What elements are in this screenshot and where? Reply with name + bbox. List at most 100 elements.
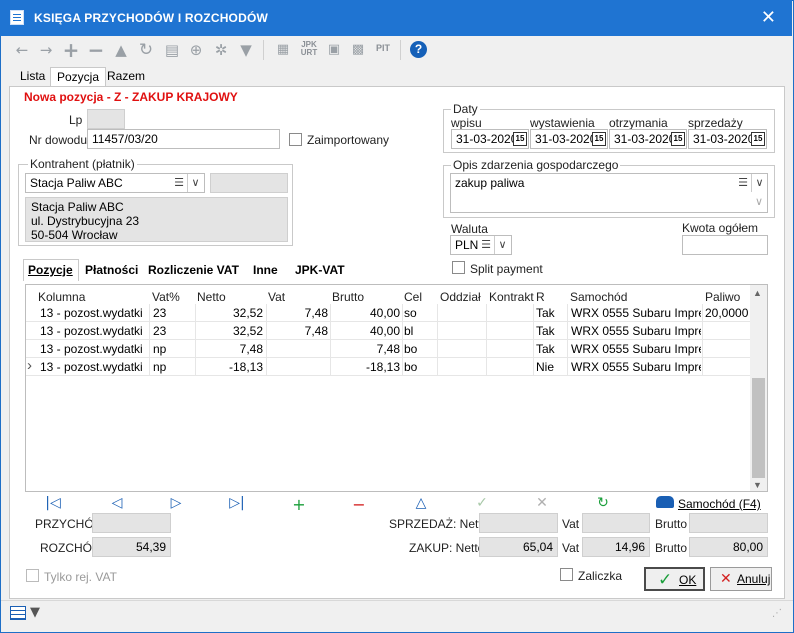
filter-settings-icon[interactable]: ▼ bbox=[30, 605, 40, 620]
cell-netto[interactable]: -18,13 bbox=[197, 360, 263, 374]
cell-samochod[interactable]: WRX 0555 Subaru Impreza bbox=[571, 306, 701, 320]
ok-button[interactable]: ✓ OK bbox=[644, 567, 705, 591]
next-record-icon[interactable]: ▷ bbox=[167, 495, 185, 511]
cell-cel[interactable]: so bbox=[404, 306, 434, 320]
tab-pozycja[interactable]: Pozycja bbox=[50, 67, 107, 87]
settings-icon[interactable]: ✲ bbox=[211, 40, 231, 60]
document-icon[interactable]: ▦ bbox=[273, 40, 293, 60]
opis-input[interactable]: zakup paliwa bbox=[450, 173, 768, 213]
chevron-down-icon[interactable]: ∨ bbox=[751, 174, 767, 192]
chevron-down-icon[interactable]: ∨ bbox=[187, 174, 203, 192]
refresh-icon[interactable]: ↻ bbox=[594, 495, 612, 511]
jpk-urt-button[interactable]: JPK URT bbox=[299, 41, 319, 57]
tab-inne[interactable]: Inne bbox=[253, 263, 278, 277]
col-paliwo-header[interactable]: Paliwo bbox=[705, 290, 740, 304]
tylko-rej-vat-checkbox[interactable] bbox=[26, 569, 39, 582]
import-icon[interactable]: ▩ bbox=[348, 40, 368, 60]
zaliczka-checkbox[interactable] bbox=[560, 568, 573, 581]
cell-kolumna[interactable]: 13 - pozost.wydatki bbox=[40, 342, 150, 356]
col-netto-header[interactable]: Netto bbox=[197, 290, 226, 304]
add-record-icon[interactable]: + bbox=[290, 495, 308, 514]
scrollbar-thumb[interactable] bbox=[752, 378, 765, 478]
cell-cel[interactable]: bl bbox=[404, 324, 434, 338]
tab-rozliczenie-vat[interactable]: Rozliczenie VAT bbox=[148, 263, 239, 277]
help-icon[interactable]: ? bbox=[410, 41, 427, 58]
chevron-down-icon[interactable]: ∨ bbox=[494, 236, 510, 254]
warning-icon[interactable]: ▲ bbox=[111, 40, 131, 60]
arrow-left-icon[interactable]: ← bbox=[12, 40, 32, 60]
cell-netto[interactable]: 32,52 bbox=[197, 306, 263, 320]
table-icon[interactable] bbox=[10, 606, 26, 620]
calendar-icon[interactable]: 15 bbox=[513, 132, 527, 146]
delete-record-icon[interactable]: − bbox=[350, 495, 368, 514]
cell-kolumna[interactable]: 13 - pozost.wydatki bbox=[40, 360, 150, 374]
calendar-icon[interactable]: 15 bbox=[671, 132, 685, 146]
col-vat-header[interactable]: Vat bbox=[268, 290, 285, 304]
cell-cel[interactable]: bo bbox=[404, 360, 434, 374]
col-oddzial-header[interactable]: Oddział bbox=[440, 290, 481, 304]
filter-icon[interactable]: ▼ bbox=[236, 40, 256, 60]
last-record-icon[interactable]: ▷| bbox=[228, 495, 246, 511]
add-icon[interactable]: + bbox=[61, 40, 81, 60]
table-row[interactable]: 13 - pozost.wydatki np -18,13 -18,13 bo Nie WR… bbox=[26, 357, 750, 376]
cell-cel[interactable]: bo bbox=[404, 342, 434, 356]
zoom-icon[interactable]: ⊕ bbox=[186, 40, 206, 60]
calendar-icon[interactable]: 15 bbox=[592, 132, 606, 146]
kwota-input[interactable] bbox=[682, 235, 768, 255]
col-samochod-header[interactable]: Samochód bbox=[570, 290, 627, 304]
tab-platnosci[interactable]: Płatności bbox=[85, 263, 138, 277]
cell-vat[interactable]: 7,48 bbox=[268, 324, 328, 338]
cell-samochod[interactable]: WRX 0555 Subaru Impreza bbox=[571, 342, 701, 356]
cell-vat-pct[interactable]: np bbox=[153, 342, 193, 356]
tab-razem[interactable]: Razem bbox=[101, 67, 151, 87]
export-icon[interactable]: ▣ bbox=[324, 40, 344, 60]
arrow-right-icon[interactable]: → bbox=[36, 40, 56, 60]
cell-kolumna[interactable]: 13 - pozost.wydatki bbox=[40, 306, 150, 320]
cell-vat-pct[interactable]: 23 bbox=[153, 324, 193, 338]
refresh-icon[interactable]: ↻ bbox=[136, 40, 156, 60]
col-kontrakt-header[interactable]: Kontrakt bbox=[489, 290, 534, 304]
split-payment-checkbox[interactable] bbox=[452, 261, 465, 274]
cell-kolumna[interactable]: 13 - pozost.wydatki bbox=[40, 324, 150, 338]
cell-r[interactable]: Tak bbox=[536, 342, 566, 356]
list-icon[interactable]: ☰ bbox=[478, 236, 494, 254]
cell-brutto[interactable]: 40,00 bbox=[332, 306, 400, 320]
cell-r[interactable]: Tak bbox=[536, 306, 566, 320]
cell-netto[interactable]: 7,48 bbox=[197, 342, 263, 356]
prev-record-icon[interactable]: ◁ bbox=[108, 495, 126, 511]
col-kolumna-header[interactable]: Kolumna bbox=[38, 290, 85, 304]
cell-brutto[interactable]: 7,48 bbox=[332, 342, 400, 356]
pit-button[interactable]: PIT bbox=[374, 43, 392, 53]
close-icon[interactable]: ✕ bbox=[761, 7, 776, 28]
list-icon[interactable]: ☰ bbox=[171, 174, 187, 192]
cell-samochod[interactable]: WRX 0555 Subaru Impreza bbox=[571, 324, 701, 338]
col-brutto-header[interactable]: Brutto bbox=[332, 290, 364, 304]
cancel-record-icon[interactable]: ✕ bbox=[533, 495, 551, 511]
table-row[interactable]: 13 - pozost.wydatki 23 32,52 7,48 40,00 bl Tak… bbox=[26, 322, 750, 340]
list-icon[interactable]: ☰ bbox=[735, 174, 751, 192]
anuluj-button[interactable]: ✕ Anuluj bbox=[710, 567, 772, 591]
cell-brutto[interactable]: 40,00 bbox=[332, 324, 400, 338]
cell-vat-pct[interactable]: np bbox=[153, 360, 193, 374]
first-record-icon[interactable]: |◁ bbox=[44, 495, 62, 511]
remove-icon[interactable]: − bbox=[86, 40, 106, 60]
cell-netto[interactable]: 32,52 bbox=[197, 324, 263, 338]
table-row[interactable]: 13 - pozost.wydatki 23 32,52 7,48 40,00 so Tak… bbox=[26, 304, 750, 322]
post-record-icon[interactable]: ✓ bbox=[473, 495, 491, 511]
zaimportowany-checkbox[interactable] bbox=[289, 133, 302, 146]
resize-grip-icon[interactable]: ⋰ bbox=[772, 608, 782, 619]
cell-r[interactable]: Tak bbox=[536, 324, 566, 338]
tab-jpk-vat[interactable]: JPK-VAT bbox=[295, 263, 345, 277]
table-row[interactable]: 13 - pozost.wydatki np 7,48 7,48 bo Tak WRX 05… bbox=[26, 340, 750, 358]
scroll-down-icon[interactable]: ▼ bbox=[753, 480, 762, 490]
cell-vat-pct[interactable]: 23 bbox=[153, 306, 193, 320]
scroll-up-icon[interactable]: ▲ bbox=[753, 288, 762, 298]
col-vat-pct-header[interactable]: Vat% bbox=[152, 290, 180, 304]
cell-r[interactable]: Nie bbox=[536, 360, 566, 374]
chevron-down-icon[interactable]: ∨ bbox=[751, 193, 767, 211]
nr-dowodu-input[interactable]: 11457/03/20 bbox=[87, 129, 280, 149]
tab-pozycje[interactable]: Pozycje bbox=[28, 263, 73, 277]
edit-record-icon[interactable]: △ bbox=[412, 495, 430, 511]
cell-vat[interactable]: 7,48 bbox=[268, 306, 328, 320]
tab-lista[interactable]: Lista bbox=[14, 67, 51, 87]
